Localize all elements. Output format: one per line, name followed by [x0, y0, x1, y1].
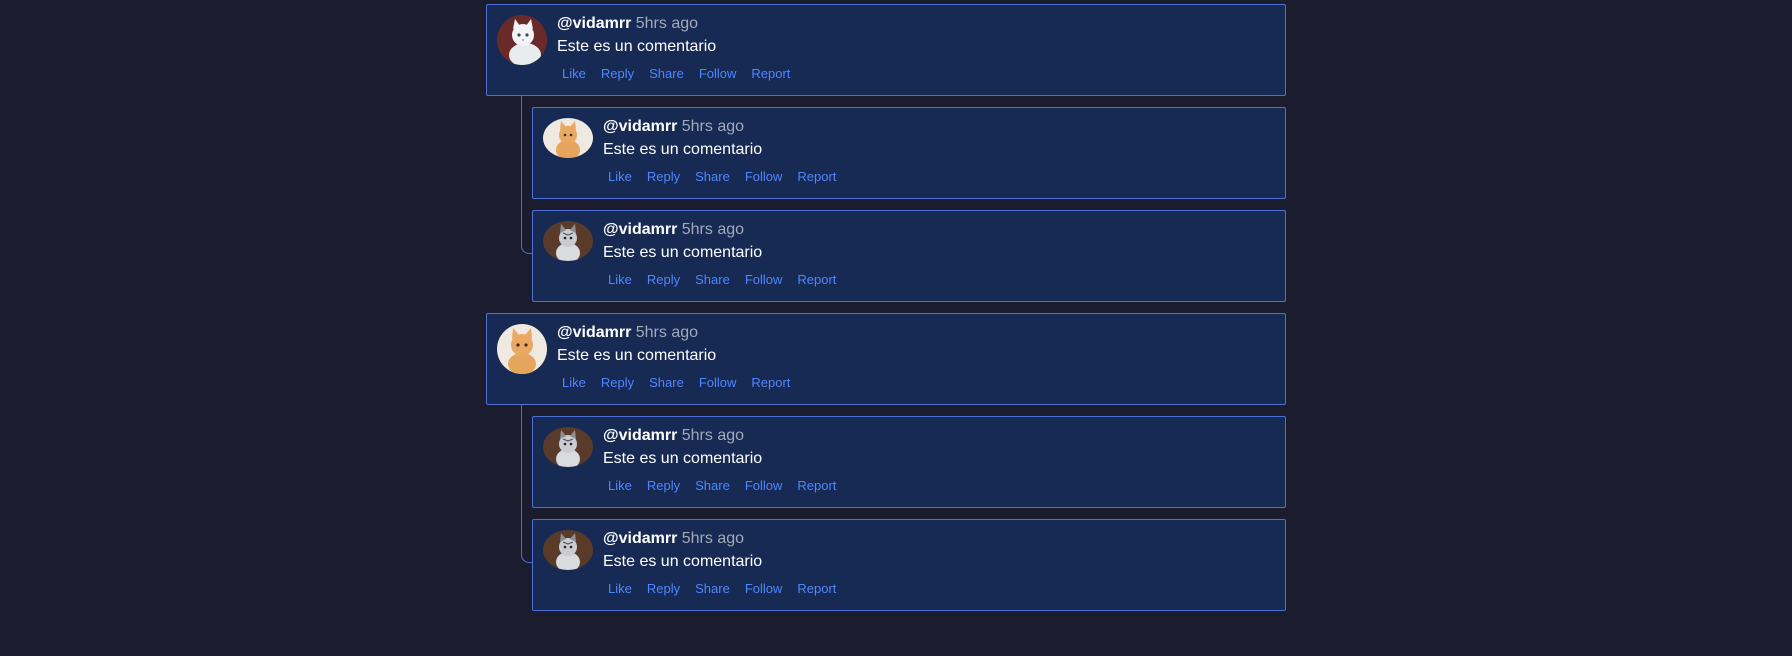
replies: @vidamrr 5hrs ago Este es un comentario …	[486, 96, 1286, 302]
reply-button[interactable]: Reply	[642, 271, 685, 289]
avatar[interactable]	[543, 530, 593, 570]
report-button[interactable]: Report	[792, 271, 841, 289]
comment-header: @vidamrr 5hrs ago	[557, 14, 1275, 34]
comment-thread: @vidamrr 5hrs ago Este es un comentario …	[486, 4, 1286, 622]
timestamp: 5hrs ago	[681, 530, 745, 547]
reply-comment: @vidamrr 5hrs ago Este es un comentario …	[532, 107, 1286, 199]
comment-text: Este es un comentario	[603, 450, 763, 467]
tabby-kitten-avatar	[543, 427, 593, 467]
comment-text: Este es un comentario	[557, 38, 717, 55]
comment-text: Este es un comentario	[603, 141, 763, 158]
comment-body: @vidamrr 5hrs ago Este es un comentario …	[603, 426, 1275, 495]
reply-button[interactable]: Reply	[642, 477, 685, 495]
comment-body: @vidamrr 5hrs ago Este es un comentario …	[557, 323, 1275, 392]
tabby-kitten-avatar	[543, 221, 593, 261]
username[interactable]: @vidamrr	[603, 530, 677, 547]
thread-connector-line	[521, 405, 532, 563]
timestamp: 5hrs ago	[681, 118, 745, 135]
comment-text: Este es un comentario	[557, 347, 717, 364]
timestamp: 5hrs ago	[635, 324, 699, 341]
comment-actions: Like Reply Share Follow Report	[557, 374, 1275, 392]
comment-body: @vidamrr 5hrs ago Este es un comentario …	[557, 14, 1275, 83]
follow-button[interactable]: Follow	[740, 271, 788, 289]
comment-body: @vidamrr 5hrs ago Este es un comentario …	[603, 529, 1275, 598]
share-button[interactable]: Share	[644, 65, 689, 83]
timestamp: 5hrs ago	[635, 15, 699, 32]
comment-actions: Like Reply Share Follow Report	[603, 477, 1275, 495]
report-button[interactable]: Report	[746, 374, 795, 392]
share-button[interactable]: Share	[690, 580, 735, 598]
share-button[interactable]: Share	[644, 374, 689, 392]
comment: @vidamrr 5hrs ago Este es un comentario …	[486, 4, 1286, 96]
orange-kitten-avatar	[497, 324, 547, 374]
like-button[interactable]: Like	[557, 374, 591, 392]
avatar[interactable]	[543, 118, 593, 158]
comment-header: @vidamrr 5hrs ago	[603, 220, 1275, 240]
comment-text: Este es un comentario	[603, 244, 763, 261]
report-button[interactable]: Report	[792, 168, 841, 186]
follow-button[interactable]: Follow	[694, 374, 742, 392]
report-button[interactable]: Report	[746, 65, 795, 83]
username[interactable]: @vidamrr	[603, 221, 677, 238]
reply-comment: @vidamrr 5hrs ago Este es un comentario …	[532, 416, 1286, 508]
reply-comment: @vidamrr 5hrs ago Este es un comentario …	[532, 210, 1286, 302]
report-button[interactable]: Report	[792, 580, 841, 598]
reply-button[interactable]: Reply	[596, 374, 639, 392]
comment-actions: Like Reply Share Follow Report	[603, 580, 1275, 598]
like-button[interactable]: Like	[603, 168, 637, 186]
reply-comment: @vidamrr 5hrs ago Este es un comentario …	[532, 519, 1286, 611]
follow-button[interactable]: Follow	[740, 168, 788, 186]
timestamp: 5hrs ago	[681, 427, 745, 444]
white-kitten-avatar	[497, 15, 547, 65]
share-button[interactable]: Share	[690, 477, 735, 495]
like-button[interactable]: Like	[603, 477, 637, 495]
username[interactable]: @vidamrr	[557, 15, 631, 32]
report-button[interactable]: Report	[792, 477, 841, 495]
comment-header: @vidamrr 5hrs ago	[603, 529, 1275, 549]
avatar[interactable]	[543, 427, 593, 467]
username[interactable]: @vidamrr	[603, 427, 677, 444]
username[interactable]: @vidamrr	[557, 324, 631, 341]
tabby-kitten-avatar	[543, 530, 593, 570]
share-button[interactable]: Share	[690, 168, 735, 186]
comment-header: @vidamrr 5hrs ago	[603, 426, 1275, 446]
timestamp: 5hrs ago	[681, 221, 745, 238]
follow-button[interactable]: Follow	[740, 477, 788, 495]
like-button[interactable]: Like	[603, 580, 637, 598]
reply-button[interactable]: Reply	[642, 580, 685, 598]
comment-actions: Like Reply Share Follow Report	[557, 65, 1275, 83]
like-button[interactable]: Like	[557, 65, 591, 83]
avatar[interactable]	[497, 324, 547, 374]
thread-connector-line	[521, 96, 532, 254]
orange-kitten-avatar	[543, 118, 593, 158]
follow-button[interactable]: Follow	[694, 65, 742, 83]
avatar[interactable]	[497, 15, 547, 65]
share-button[interactable]: Share	[690, 271, 735, 289]
avatar[interactable]	[543, 221, 593, 261]
follow-button[interactable]: Follow	[740, 580, 788, 598]
reply-button[interactable]: Reply	[596, 65, 639, 83]
comment-header: @vidamrr 5hrs ago	[603, 117, 1275, 137]
comment-body: @vidamrr 5hrs ago Este es un comentario …	[603, 220, 1275, 289]
username[interactable]: @vidamrr	[603, 118, 677, 135]
replies: @vidamrr 5hrs ago Este es un comentario …	[486, 405, 1286, 611]
comment-header: @vidamrr 5hrs ago	[557, 323, 1275, 343]
like-button[interactable]: Like	[603, 271, 637, 289]
comment-text: Este es un comentario	[603, 553, 763, 570]
comment-body: @vidamrr 5hrs ago Este es un comentario …	[603, 117, 1275, 186]
comment-actions: Like Reply Share Follow Report	[603, 168, 1275, 186]
comment-actions: Like Reply Share Follow Report	[603, 271, 1275, 289]
comment: @vidamrr 5hrs ago Este es un comentario …	[486, 313, 1286, 405]
reply-button[interactable]: Reply	[642, 168, 685, 186]
